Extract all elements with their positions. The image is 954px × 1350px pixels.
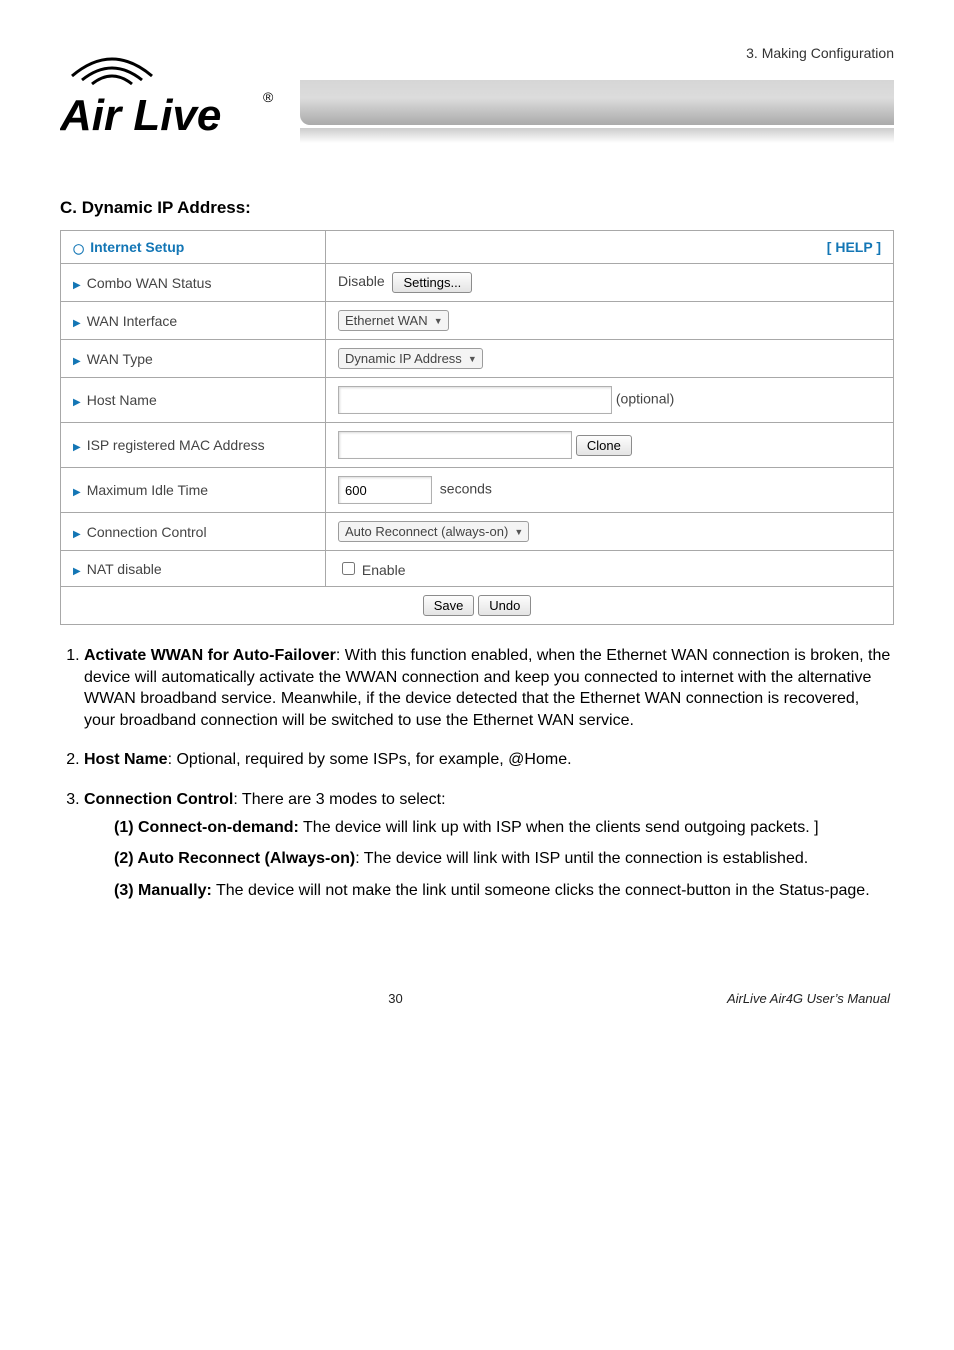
section-title: C. Dynamic IP Address: [60, 198, 894, 218]
triangle-icon: ▶ [73, 280, 81, 291]
row-label: ▶NAT disable [61, 551, 326, 587]
settings-button[interactable]: Settings... [392, 272, 472, 293]
wan-type-select[interactable]: Dynamic IP Address [338, 348, 483, 369]
table-row: ▶Maximum Idle Time seconds [61, 468, 894, 513]
banner [300, 80, 894, 125]
row-label: ▶Connection Control [61, 513, 326, 551]
triangle-icon: ▶ [73, 529, 81, 540]
enable-label: Enable [362, 562, 406, 578]
triangle-icon: ▶ [73, 397, 81, 408]
save-button[interactable]: Save [423, 595, 475, 616]
help-link[interactable]: [ HELP ] [326, 231, 894, 264]
triangle-icon: ▶ [73, 356, 81, 367]
combo-status-text: Disable [338, 273, 385, 289]
sub-item: (2) Auto Reconnect (Always-on): The devi… [114, 848, 894, 870]
table-row: ▶WAN Type Dynamic IP Address [61, 340, 894, 378]
sub-item: (1) Connect-on-demand: The device will l… [114, 817, 894, 839]
triangle-icon: ▶ [73, 566, 81, 577]
list-item: Activate WWAN for Auto-Failover: With th… [84, 645, 894, 731]
nat-disable-checkbox[interactable] [342, 562, 355, 575]
row-label: ▶WAN Interface [61, 302, 326, 340]
row-label: ▶Combo WAN Status [61, 264, 326, 302]
list-item: Connection Control: There are 3 modes to… [84, 789, 894, 901]
table-header: ◯Internet Setup [61, 231, 326, 264]
settings-table: ◯Internet Setup [ HELP ] ▶Combo WAN Stat… [60, 230, 894, 625]
table-row: ▶Combo WAN Status Disable Settings... [61, 264, 894, 302]
table-row: ▶ISP registered MAC Address Clone [61, 423, 894, 468]
list-item: Host Name: Optional, required by some IS… [84, 749, 894, 771]
wan-interface-select[interactable]: Ethernet WAN [338, 310, 449, 331]
row-label: ▶ISP registered MAC Address [61, 423, 326, 468]
svg-text:Air Live: Air Live [60, 91, 221, 140]
triangle-icon: ▶ [73, 442, 81, 453]
undo-button[interactable]: Undo [478, 595, 531, 616]
sub-item: (3) Manually: The device will not make t… [114, 880, 894, 902]
svg-text:®: ® [263, 89, 274, 105]
row-label: ▶Maximum Idle Time [61, 468, 326, 513]
table-row: ▶Host Name (optional) [61, 378, 894, 423]
triangle-icon: ▶ [73, 487, 81, 498]
idle-time-input[interactable] [338, 476, 432, 504]
chapter-label: 3. Making Configuration [746, 45, 894, 61]
triangle-icon: ▶ [73, 318, 81, 329]
row-label: ▶Host Name [61, 378, 326, 423]
table-row: ▶NAT disable Enable [61, 551, 894, 587]
seconds-label: seconds [440, 481, 492, 497]
connection-control-select[interactable]: Auto Reconnect (always-on) [338, 521, 529, 542]
mac-address-input[interactable] [338, 431, 572, 459]
banner-shadow [300, 128, 894, 143]
page-number: 30 [388, 991, 402, 1006]
table-row: ▶Connection Control Auto Reconnect (alwa… [61, 513, 894, 551]
row-label: ▶WAN Type [61, 340, 326, 378]
bullet-icon: ◯ [73, 244, 84, 255]
clone-button[interactable]: Clone [576, 435, 632, 456]
manual-name: AirLive Air4G User’s Manual [727, 991, 890, 1006]
logo: Air Live ® [60, 40, 280, 145]
optional-hint: (optional) [616, 391, 674, 407]
table-row: ▶WAN Interface Ethernet WAN [61, 302, 894, 340]
host-name-input[interactable] [338, 386, 612, 414]
